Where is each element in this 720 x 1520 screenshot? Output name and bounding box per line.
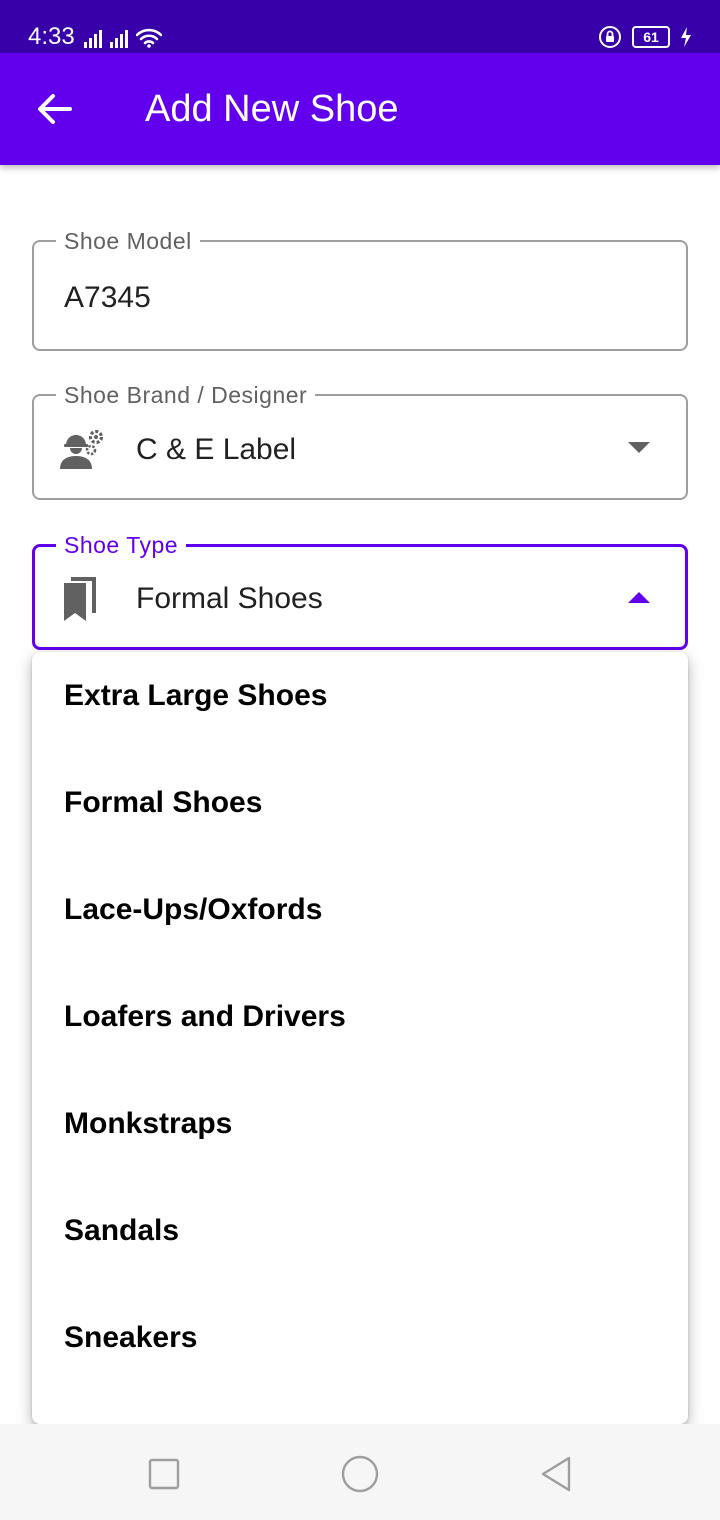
dropdown-arrow-icon	[628, 442, 650, 453]
menu-item[interactable]: Formal Shoes	[32, 749, 688, 856]
circle-home-icon	[341, 1455, 379, 1493]
shoe-model-field[interactable]: Shoe Model A7345	[32, 226, 688, 351]
rotation-lock-icon	[599, 26, 621, 48]
app-bar: Add New Shoe	[0, 53, 720, 165]
page-title: Add New Shoe	[145, 88, 399, 130]
menu-item[interactable]: Loafers and Drivers	[32, 963, 688, 1070]
menu-item[interactable]: Lace-Ups/Oxfords	[32, 856, 688, 963]
shoe-type-label: Shoe Type	[56, 530, 187, 560]
back-button[interactable]	[24, 83, 86, 135]
battery-indicator: 61	[632, 26, 670, 48]
status-time: 4:33	[28, 23, 75, 50]
menu-item[interactable]: Monkstraps	[32, 1070, 688, 1177]
menu-item-label: Formal Shoes	[64, 785, 263, 819]
arrow-back-icon	[38, 94, 72, 124]
shoe-model-value: A7345	[64, 281, 151, 314]
shoe-brand-dropdown[interactable]: Shoe Brand / Designer C & E Label	[32, 380, 688, 500]
bookmarks-icon	[64, 577, 96, 621]
shoe-type-menu: Extra Large Shoes Formal Shoes Lace-Ups/…	[32, 652, 688, 1424]
signal-icon	[84, 28, 102, 48]
engineer-gears-icon	[60, 429, 104, 469]
menu-item-label: Sneakers	[64, 1320, 198, 1354]
recents-button[interactable]	[142, 1452, 186, 1496]
system-nav-bar	[0, 1424, 720, 1520]
wifi-icon	[136, 28, 162, 48]
menu-item-label: Loafers and Drivers	[64, 999, 346, 1033]
battery-level: 61	[643, 29, 659, 45]
shoe-type-dropdown[interactable]: Shoe Type Formal Shoes	[32, 530, 688, 650]
menu-item[interactable]: Sneakers	[32, 1284, 688, 1391]
shoe-brand-label: Shoe Brand / Designer	[56, 380, 316, 410]
square-recents-icon	[148, 1458, 180, 1490]
status-right: 61	[598, 24, 692, 50]
back-nav-button[interactable]	[534, 1452, 578, 1496]
signal-icon	[110, 28, 128, 48]
shoe-brand-value: C & E Label	[136, 433, 297, 466]
status-bar: 4:33 61	[0, 0, 720, 53]
menu-item-label: Monkstraps	[64, 1106, 233, 1140]
dropdown-arrow-up-icon	[628, 592, 650, 603]
status-indicators	[84, 26, 162, 48]
triangle-back-icon	[541, 1456, 571, 1492]
shoe-type-value: Formal Shoes	[136, 582, 323, 615]
home-button[interactable]	[338, 1452, 382, 1496]
charging-bolt-icon	[681, 27, 691, 47]
menu-item-label: Lace-Ups/Oxfords	[64, 892, 323, 926]
menu-item-label: Extra Large Shoes	[64, 678, 328, 712]
menu-item[interactable]: Extra Large Shoes	[32, 642, 688, 749]
menu-item-label: Sandals	[64, 1213, 180, 1247]
shoe-model-label: Shoe Model	[56, 226, 200, 256]
menu-item[interactable]: Sandals	[32, 1177, 688, 1284]
